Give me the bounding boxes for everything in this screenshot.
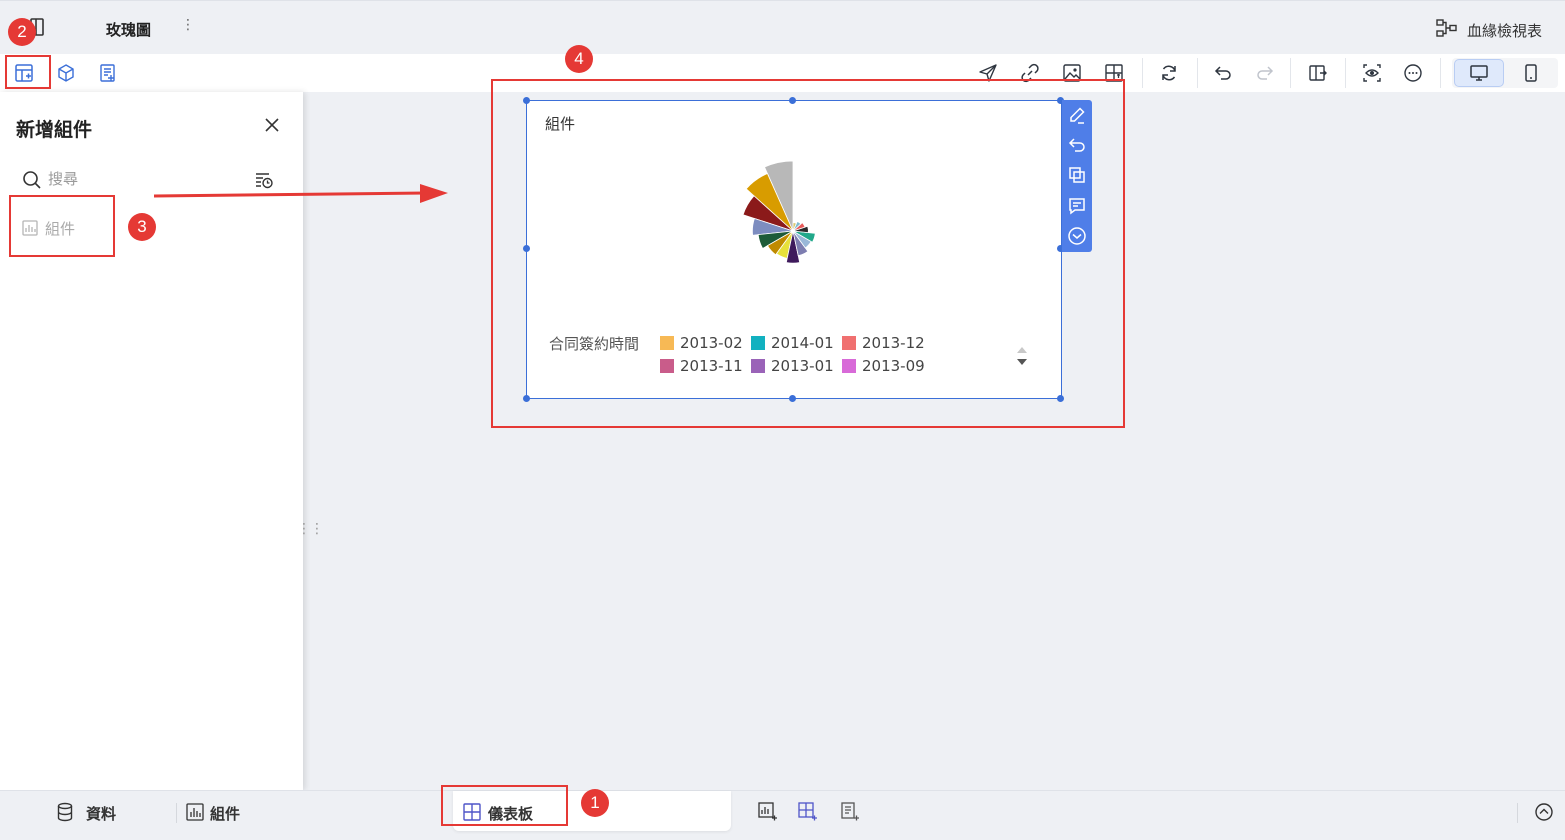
desktop-icon[interactable] — [1469, 63, 1489, 83]
database-icon — [57, 802, 73, 822]
add-report-icon[interactable] — [98, 63, 118, 83]
bottom-bar: 資料 組件 儀表板 — [0, 790, 1565, 840]
title-more-button[interactable]: ⋮ — [181, 17, 195, 33]
tab-data-label: 資料 — [86, 805, 117, 823]
annotation-badge-2: 2 — [8, 18, 36, 46]
lineage-icon[interactable] — [1436, 19, 1458, 37]
toolbar-divider — [1142, 58, 1143, 88]
annotation-box-1 — [441, 785, 568, 826]
add-dashboard-icon[interactable] — [798, 802, 818, 822]
top-bar: 玫瑰圖 ⋮ 血緣檢視表 — [0, 0, 1565, 54]
annotation-box-4 — [491, 79, 1125, 428]
redo-icon[interactable] — [1255, 63, 1275, 83]
divider — [176, 803, 177, 823]
annotation-box-3 — [9, 195, 115, 257]
collapse-up-icon[interactable] — [1534, 802, 1554, 822]
page-title: 玫瑰圖 — [106, 21, 152, 39]
toolbar-divider — [1440, 58, 1441, 88]
preview-icon[interactable] — [1362, 63, 1382, 83]
search-icon — [22, 170, 42, 190]
cube-icon[interactable] — [56, 63, 76, 83]
annotation-badge-3: 3 — [128, 213, 156, 241]
toolbar-divider — [1290, 58, 1291, 88]
tab-component-label: 組件 — [210, 805, 241, 823]
annotation-arrow — [153, 184, 448, 203]
annotation-box-2 — [5, 55, 51, 89]
mobile-icon[interactable] — [1521, 63, 1541, 83]
toolbar-divider — [1345, 58, 1346, 88]
close-icon[interactable] — [262, 115, 282, 135]
split-view-icon[interactable] — [1308, 63, 1328, 83]
annotation-badge-4: 4 — [565, 45, 593, 73]
toolbar-divider — [1197, 58, 1198, 88]
undo-icon[interactable] — [1213, 63, 1233, 83]
refresh-icon[interactable] — [1159, 63, 1179, 83]
resize-handle[interactable]: ⋮⋮ — [297, 522, 324, 536]
lineage-view-button[interactable]: 血緣檢視表 — [1467, 20, 1542, 41]
chart-icon — [186, 803, 204, 821]
divider — [1517, 803, 1518, 823]
annotation-badge-1: 1 — [581, 789, 609, 817]
more-options-icon[interactable] — [1403, 63, 1423, 83]
add-component-icon[interactable] — [758, 802, 778, 822]
add-report-icon[interactable] — [840, 802, 860, 822]
panel-title: 新增組件 — [16, 119, 93, 141]
